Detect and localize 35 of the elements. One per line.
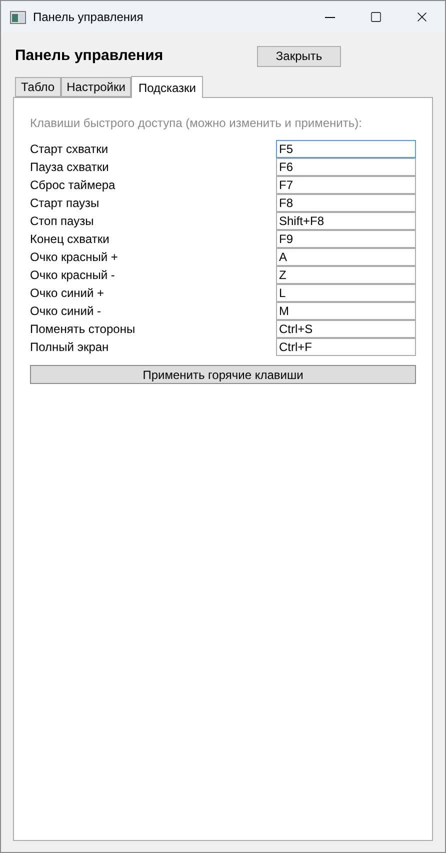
- minimize-icon: [325, 16, 335, 18]
- hotkey-label: Очко синий -: [30, 303, 102, 320]
- app-icon: [10, 10, 26, 24]
- tab[interactable]: Табло: [15, 77, 61, 97]
- hotkey-field[interactable]: F5: [276, 140, 416, 158]
- hotkey-label: Пауза схватки: [30, 159, 110, 176]
- hotkey-field[interactable]: M: [276, 302, 416, 320]
- hotkey-label: Конец схватки: [30, 231, 110, 248]
- apply-hotkeys-button[interactable]: Применить горячие клавиши: [30, 365, 416, 384]
- hotkey-label: Сброс таймера: [30, 177, 116, 194]
- hotkey-label: Старт схватки: [30, 141, 110, 158]
- hotkey-label: Старт паузы: [30, 195, 100, 212]
- maximize-icon: [370, 11, 382, 23]
- hotkey-label: Стоп паузы: [30, 213, 95, 230]
- hotkey-field[interactable]: Ctrl+S: [276, 320, 416, 338]
- hotkey-label: Очко красный -: [30, 267, 116, 284]
- panel-heading: Панель управления: [15, 46, 164, 66]
- hotkey-field[interactable]: L: [276, 284, 416, 302]
- hotkey-field[interactable]: Z: [276, 266, 416, 284]
- hotkey-field[interactable]: Shift+F8: [276, 212, 416, 230]
- tab[interactable]: Настройки: [60, 77, 132, 97]
- tab[interactable]: Подсказки: [131, 76, 203, 98]
- hotkey-field[interactable]: F6: [276, 158, 416, 176]
- hotkey-label: Очко красный +: [30, 249, 119, 266]
- hotkey-label: Полный экран: [30, 339, 110, 356]
- window-title: Панель управления: [33, 9, 144, 26]
- hotkey-field[interactable]: Ctrl+F: [276, 338, 416, 356]
- close-panel-button[interactable]: Закрыть: [257, 46, 341, 66]
- hotkey-label: Очко синий +: [30, 285, 106, 302]
- hint-text: Клавиши быстрого доступа (можно изменить и применить):: [30, 115, 363, 132]
- hotkey-field[interactable]: F8: [276, 194, 416, 212]
- hotkey-field[interactable]: F7: [276, 176, 416, 194]
- hotkey-field[interactable]: F9: [276, 230, 416, 248]
- hotkey-field[interactable]: A: [276, 248, 416, 266]
- hotkey-label: Поменять стороны: [30, 321, 136, 338]
